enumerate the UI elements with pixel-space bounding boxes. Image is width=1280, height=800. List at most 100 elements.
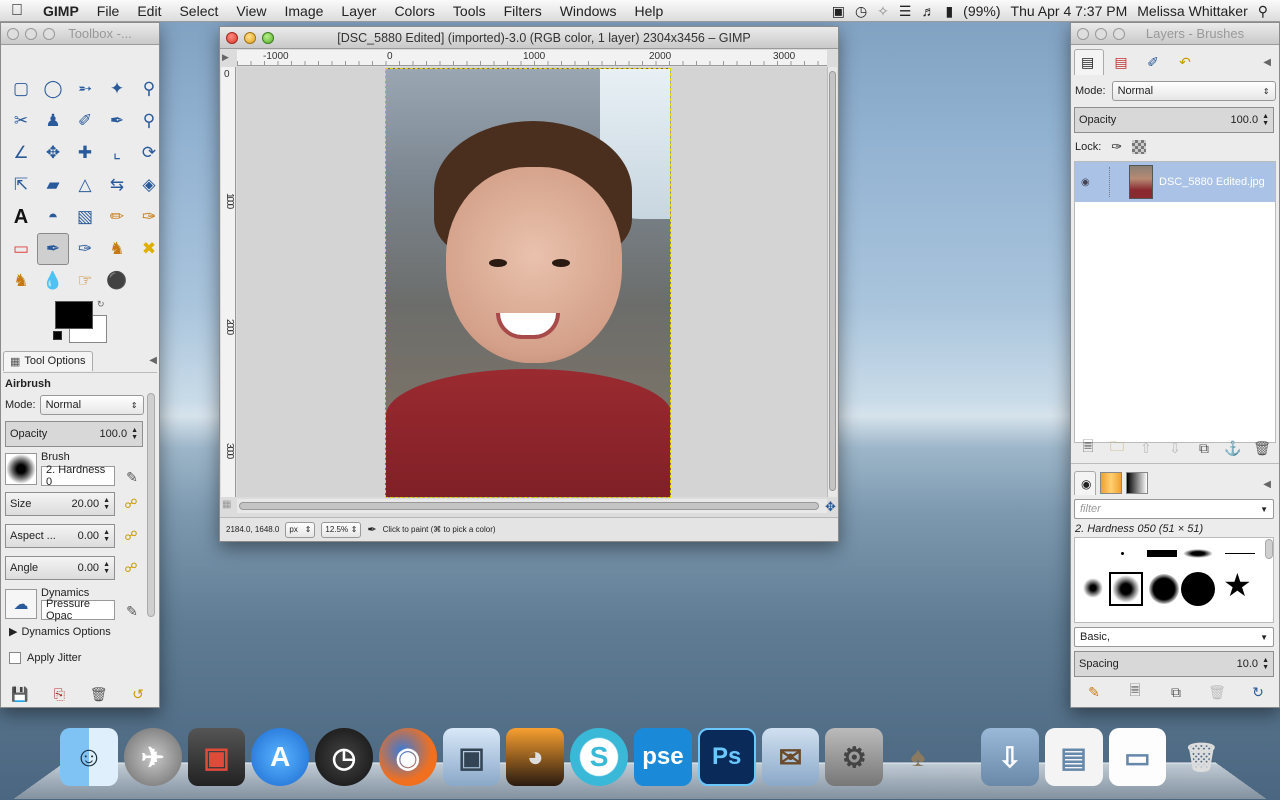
vertical-ruler[interactable]: 0 1000 2000 3000 (221, 67, 236, 497)
brush-preview-line[interactable] (1225, 553, 1255, 554)
spin-arrows-icon[interactable]: ▲ ▼ (103, 497, 110, 511)
configure-tab-icon[interactable]: ◀ (1263, 479, 1271, 490)
move-tool-icon[interactable]: ✥ (37, 137, 69, 169)
dynamics-icon[interactable]: ☁ (5, 589, 37, 619)
flip-tool-icon[interactable]: ⇆ (101, 169, 133, 201)
visibility-eye-icon[interactable]: ◉ (1081, 177, 1103, 188)
apple-menu-icon[interactable]:  (0, 2, 34, 20)
heal-tool-icon[interactable]: ✖ (133, 233, 165, 265)
desktop-stack-icon[interactable]: ▭ (1108, 728, 1167, 786)
free-select-tool-icon[interactable]: ➵ (69, 73, 101, 105)
dynamics-options-expander[interactable]: ▶ Dynamics Options (9, 625, 111, 639)
rect-select-tool-icon[interactable]: ▢ (5, 73, 37, 105)
measure-tool-icon[interactable]: ∠ (5, 137, 37, 169)
lower-layer-icon[interactable]: ⇩ (1164, 437, 1186, 459)
tab-brushes[interactable]: ◉ (1074, 471, 1096, 495)
dock-separator[interactable] (1071, 463, 1279, 469)
rotate-tool-icon[interactable]: ⟳ (133, 137, 165, 169)
zoom-tool-icon[interactable]: ⚲ (133, 73, 165, 105)
brush-preview-block[interactable] (1147, 550, 1177, 557)
quick-mask-icon[interactable]: ▦ (222, 499, 231, 510)
airbrush-tool-icon[interactable]: ✒ (37, 233, 69, 265)
tab-tool-options[interactable]: ▦ Tool Options (3, 350, 93, 371)
menu-image[interactable]: Image (275, 3, 332, 19)
restore-options-icon[interactable]: ⎘ (48, 683, 70, 705)
text-tool-icon[interactable]: A (5, 201, 37, 233)
image-capture-icon[interactable]: ◕ (506, 728, 565, 786)
iphoto-icon[interactable]: ▣ (442, 728, 501, 786)
brush-field[interactable]: 2. Hardness 0 (41, 464, 115, 488)
menu-select[interactable]: Select (170, 3, 227, 19)
brush-preview-fuzzy[interactable] (1183, 549, 1213, 558)
scale-tool-icon[interactable]: ⇱ (5, 169, 37, 201)
minimize-button[interactable] (25, 28, 37, 40)
menu-windows[interactable]: Windows (551, 3, 626, 19)
brush-tag-field[interactable]: Basic, ▼ (1074, 627, 1274, 647)
delete-brush-icon[interactable]: 🗑 (1206, 681, 1228, 703)
launchpad-icon[interactable]: ✈ (123, 728, 182, 786)
layer-row[interactable]: ◉ DSC_5880 Edited.jpg (1075, 162, 1275, 202)
spin-arrows-icon[interactable]: ▲ ▼ (103, 529, 110, 543)
reset-angle-icon[interactable]: ☍ (122, 559, 140, 577)
eraser-tool-icon[interactable]: ▭ (5, 233, 37, 265)
ruler-corner-icon[interactable]: ▶ (222, 52, 236, 66)
save-options-icon[interactable]: 💾 (9, 683, 31, 705)
anchor-layer-icon[interactable]: ⚓ (1222, 437, 1244, 459)
photoshop-icon[interactable]: Ps (697, 728, 756, 786)
menu-help[interactable]: Help (626, 3, 673, 19)
app-menu[interactable]: GIMP (34, 3, 88, 19)
brush-preview-medium[interactable] (1149, 574, 1179, 604)
mail-icon[interactable]: ✉ (761, 728, 820, 786)
image-canvas[interactable] (385, 68, 671, 498)
color-picker-tool-icon[interactable]: ✒ (101, 105, 133, 137)
edit-brush-icon[interactable]: ✎ (1083, 681, 1105, 703)
tool-options-scrollbar[interactable] (147, 393, 155, 617)
new-layer-icon[interactable]: 🗏 (1077, 437, 1099, 459)
ellipse-select-tool-icon[interactable]: ◯ (37, 73, 69, 105)
edit-brush-icon[interactable]: ✎ (121, 466, 143, 488)
close-button[interactable] (226, 32, 238, 44)
menu-tools[interactable]: Tools (444, 3, 495, 19)
angle-slider[interactable]: Angle 0.00 ▲ ▼ (5, 556, 115, 580)
refresh-brushes-icon[interactable]: ↻ (1247, 681, 1269, 703)
brush-preview-star[interactable]: ★ (1223, 568, 1252, 602)
minimize-button[interactable] (244, 32, 256, 44)
brush-preview[interactable] (5, 453, 37, 485)
horizontal-scroll-thumb[interactable] (239, 502, 819, 510)
wifi-icon[interactable]: ☰ (894, 3, 917, 20)
lock-pixels-icon[interactable]: ✑ (1111, 139, 1122, 155)
spin-arrows-icon[interactable]: ▲ ▼ (1262, 657, 1269, 671)
cage-tool-icon[interactable]: ◈ (133, 169, 165, 201)
brush-preview-hard[interactable] (1181, 572, 1215, 606)
mode-combo[interactable]: Normal ⇕ (39, 395, 144, 415)
lock-alpha-icon[interactable] (1132, 140, 1147, 154)
menu-view[interactable]: View (227, 3, 275, 19)
dashboard-icon[interactable]: ◷ (315, 728, 373, 786)
finder-icon[interactable]: ☺ (60, 728, 118, 786)
fuzzy-select-tool-icon[interactable]: ✦ (101, 73, 133, 105)
configure-tab-icon[interactable]: ◀ (1263, 57, 1271, 68)
volume-icon[interactable]: ♬ (916, 3, 940, 19)
canvas-area[interactable] (237, 67, 827, 498)
unit-combo[interactable]: px ⇕ (285, 521, 316, 538)
dodge-burn-tool-icon[interactable]: ⚫ (101, 265, 133, 297)
opacity-slider[interactable]: Opacity 100.0 ▲ ▼ (5, 421, 143, 447)
tab-channels[interactable]: ▤ (1106, 49, 1136, 75)
battery-icon[interactable]: ▮ (940, 3, 958, 20)
app-store-icon[interactable]: A (251, 728, 310, 786)
close-button[interactable] (1077, 28, 1089, 40)
foreground-color-swatch[interactable] (55, 301, 93, 329)
ink-tool-icon[interactable]: ✑ (69, 233, 101, 265)
zoom-button[interactable] (262, 32, 274, 44)
time-machine-icon[interactable]: ◷ (850, 3, 872, 20)
default-colors-icon[interactable] (53, 331, 62, 340)
brush-preview-soft[interactable] (1083, 578, 1103, 598)
brush-preview-small-dot[interactable] (1121, 552, 1124, 555)
dynamics-field[interactable]: Pressure Opac (41, 598, 115, 622)
spin-arrows-icon[interactable]: ▲ ▼ (103, 561, 110, 575)
menu-layer[interactable]: Layer (332, 3, 385, 19)
clone-tool-icon[interactable]: ♞ (101, 233, 133, 265)
apply-jitter-checkbox[interactable] (9, 652, 21, 664)
tab-layers[interactable]: ▤ (1074, 49, 1104, 75)
spin-arrows-icon[interactable]: ▲ ▼ (1262, 113, 1269, 127)
